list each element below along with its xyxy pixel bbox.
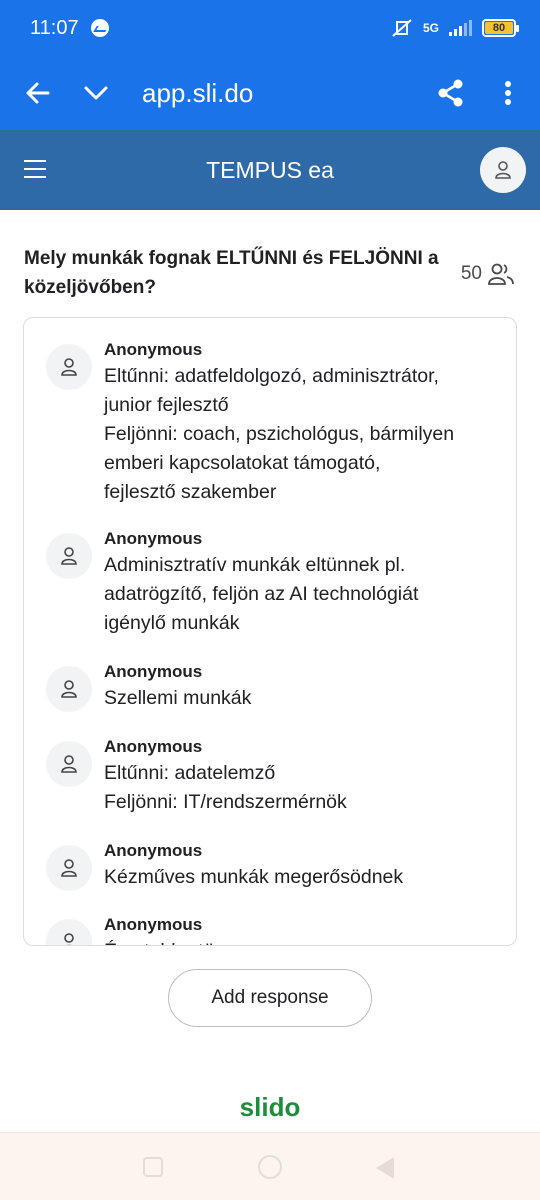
response-author: Anonymous (104, 841, 203, 860)
participant-count: 50 (461, 262, 514, 286)
hamburger-menu-icon[interactable] (24, 160, 46, 178)
user-icon (64, 933, 74, 945)
app-header: TEMPUS ea (0, 130, 540, 210)
battery-icon: 80 (482, 19, 519, 37)
user-icon (61, 859, 77, 877)
browser-toolbar: app.sli.do (0, 56, 540, 130)
user-icon (61, 358, 77, 376)
response-author: Anonymous (104, 915, 203, 934)
system-nav-bar (0, 1132, 540, 1200)
response-avatar (46, 344, 92, 390)
mute-vibrate-icon (392, 19, 412, 37)
response-author: Anonymous (104, 529, 203, 548)
user-icon (495, 161, 511, 179)
response-avatar (46, 666, 92, 712)
profile-avatar-button[interactable] (480, 147, 526, 193)
response-text: Ércetebb...tömeg... (104, 937, 504, 945)
status-bar: 11:07 5G 80 (0, 0, 540, 56)
participants-icon (488, 263, 514, 285)
response-avatar (46, 533, 92, 579)
home-nav-icon[interactable] (258, 1155, 282, 1179)
share-icon[interactable] (436, 78, 466, 108)
slido-logo: slido (239, 1092, 301, 1122)
response-text: Eltűnni: adatfeldolgozó, adminisztrátor,… (104, 365, 455, 503)
back-nav-icon[interactable] (376, 1157, 394, 1179)
response-text: Adminisztratív munkák eltünnek pl. adatr… (104, 554, 419, 634)
response-text: Szellemi munkák (104, 687, 252, 709)
add-response-button[interactable]: Add response (168, 969, 372, 1027)
battery-level: 80 (485, 22, 513, 34)
back-arrow-icon[interactable] (24, 79, 52, 107)
recents-nav-icon[interactable] (143, 1157, 163, 1177)
response-avatar (46, 741, 92, 787)
user-icon (61, 755, 77, 773)
participant-count-value: 50 (460, 263, 482, 284)
response-avatar (46, 919, 92, 945)
responses-card[interactable]: Anonymous Eltűnni: adatfeldolgozó, admin… (23, 317, 517, 946)
network-type: 5G (422, 21, 439, 35)
user-icon (61, 680, 77, 698)
response-author: Anonymous (104, 662, 203, 681)
response-author: Anonymous (104, 737, 203, 756)
response-author: Anonymous (104, 340, 203, 359)
question-title: Mely munkák fognak ELTŰNNI és FELJÖNNI a… (24, 248, 439, 298)
chevron-down-icon[interactable] (82, 79, 110, 107)
status-indicators: 5G 80 (391, 18, 519, 38)
more-vert-icon[interactable] (500, 78, 516, 108)
signal-icon (449, 20, 472, 36)
response-text: Eltűnni: adatelemző Feljönni: IT/rendsze… (104, 762, 347, 813)
status-time: 11:07 (30, 16, 79, 39)
messenger-icon (90, 19, 109, 37)
url-text[interactable]: app.sli.do (142, 78, 253, 109)
user-icon (61, 547, 77, 565)
response-avatar (46, 845, 92, 891)
response-text: Kézműves munkák megerősödnek (104, 866, 404, 888)
event-title: TEMPUS ea (206, 156, 334, 183)
